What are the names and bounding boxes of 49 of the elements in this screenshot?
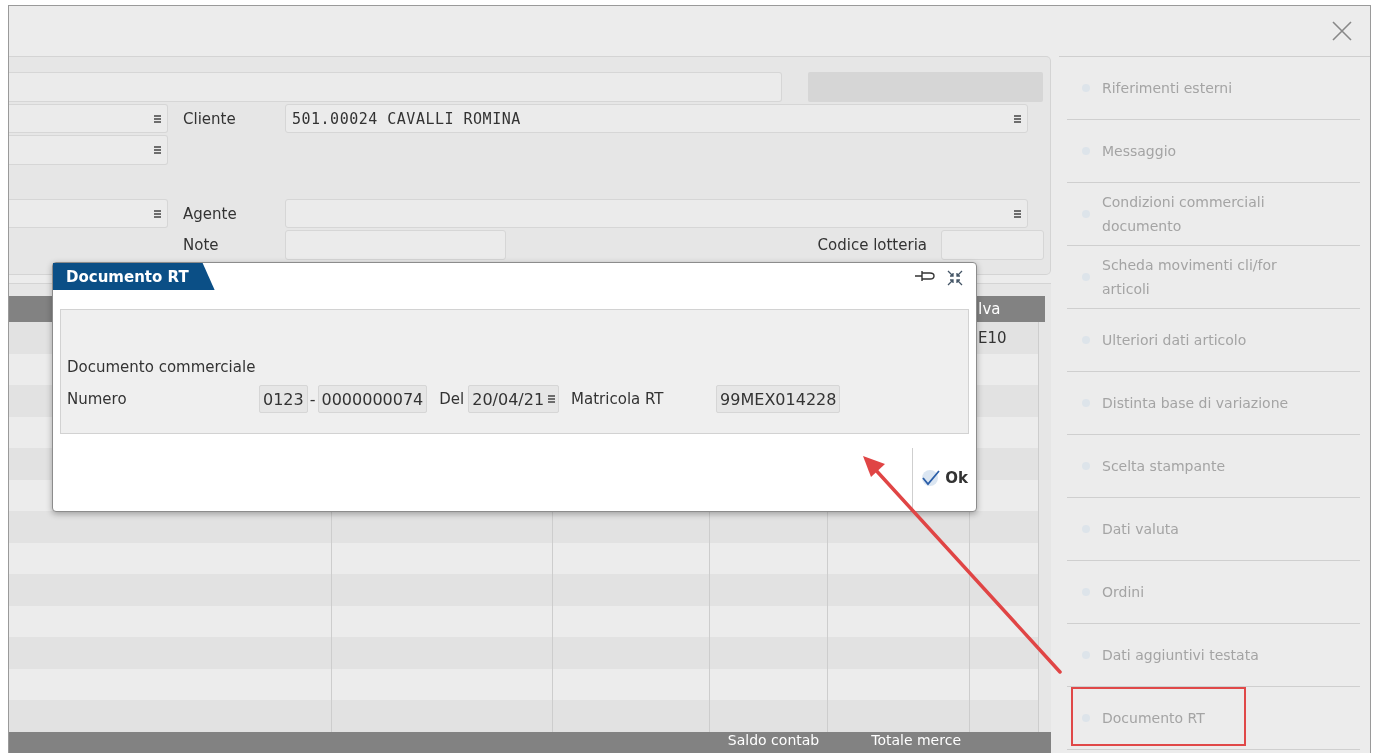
field-label: Cliente — [182, 108, 237, 130]
side-menu-item[interactable]: Condizioni commerciali documento — [1067, 183, 1360, 246]
collapse-icon[interactable] — [946, 269, 964, 287]
select-field[interactable] — [9, 198, 168, 229]
ok-button[interactable]: Ok — [912, 448, 976, 508]
side-menu-item[interactable]: Riferimenti esterni — [1067, 57, 1360, 120]
number-field[interactable]: 0000000074 — [317, 385, 428, 413]
check-icon — [921, 469, 942, 487]
column-header: Iva — [977, 299, 1002, 320]
side-menu-item[interactable]: Scelta stampante — [1067, 435, 1360, 498]
list-icon[interactable] — [154, 114, 161, 123]
note-field[interactable] — [285, 230, 506, 261]
list-icon[interactable] — [154, 209, 161, 218]
dialog-title: Documento RT — [53, 263, 215, 290]
side-menu-item[interactable]: Ulteriori dati articolo — [1067, 309, 1360, 372]
totals-label: Saldo contab — [727, 732, 820, 748]
totals-label: Totale merce — [871, 732, 961, 748]
select-field[interactable] — [9, 103, 168, 134]
side-menu-item[interactable]: Messaggio — [1067, 120, 1360, 183]
side-menu-item[interactable]: Distinta base di variazione — [1067, 372, 1360, 435]
number-prefix-field[interactable]: 0123 — [259, 385, 308, 413]
side-menu-item[interactable]: Scheda movimenti cli/for articoli — [1067, 246, 1360, 309]
list-icon[interactable] — [548, 395, 556, 403]
agent-field[interactable] — [285, 198, 1028, 229]
list-icon[interactable] — [1014, 209, 1021, 218]
list-icon[interactable] — [1014, 114, 1021, 123]
list-icon[interactable] — [154, 146, 161, 155]
side-menu-item[interactable]: Dati aggiuntivi testata — [1067, 624, 1360, 687]
field-label: Note — [182, 235, 220, 257]
field-value: 501.00024 CAVALLI ROMINA — [292, 109, 521, 128]
serial-field[interactable]: 99MEX014228 — [716, 385, 841, 413]
side-menu-item[interactable]: Documento RT — [1067, 687, 1360, 750]
input-field[interactable] — [9, 72, 782, 102]
side-menu-item[interactable]: Ordini — [1067, 561, 1360, 624]
select-field[interactable] — [9, 135, 168, 165]
field-label: Agente — [182, 203, 238, 225]
close-icon[interactable] — [1332, 21, 1352, 41]
section-label: Documento commerciale — [67, 358, 257, 376]
field-value: 20/04/21 — [472, 389, 545, 409]
lottery-field[interactable] — [941, 230, 1044, 261]
field-label: Del — [439, 390, 465, 408]
field-label: Codice lotteria — [816, 235, 928, 257]
side-menu-item[interactable]: Dati valuta — [1067, 498, 1360, 561]
date-field[interactable]: 20/04/21 — [468, 385, 560, 413]
separator-text: - — [308, 389, 317, 409]
client-field[interactable]: 501.00024 CAVALLI ROMINA — [285, 103, 1028, 134]
field-label: Numero — [67, 390, 128, 408]
field-label: Matricola RT — [570, 390, 665, 408]
pin-icon[interactable] — [914, 269, 936, 283]
